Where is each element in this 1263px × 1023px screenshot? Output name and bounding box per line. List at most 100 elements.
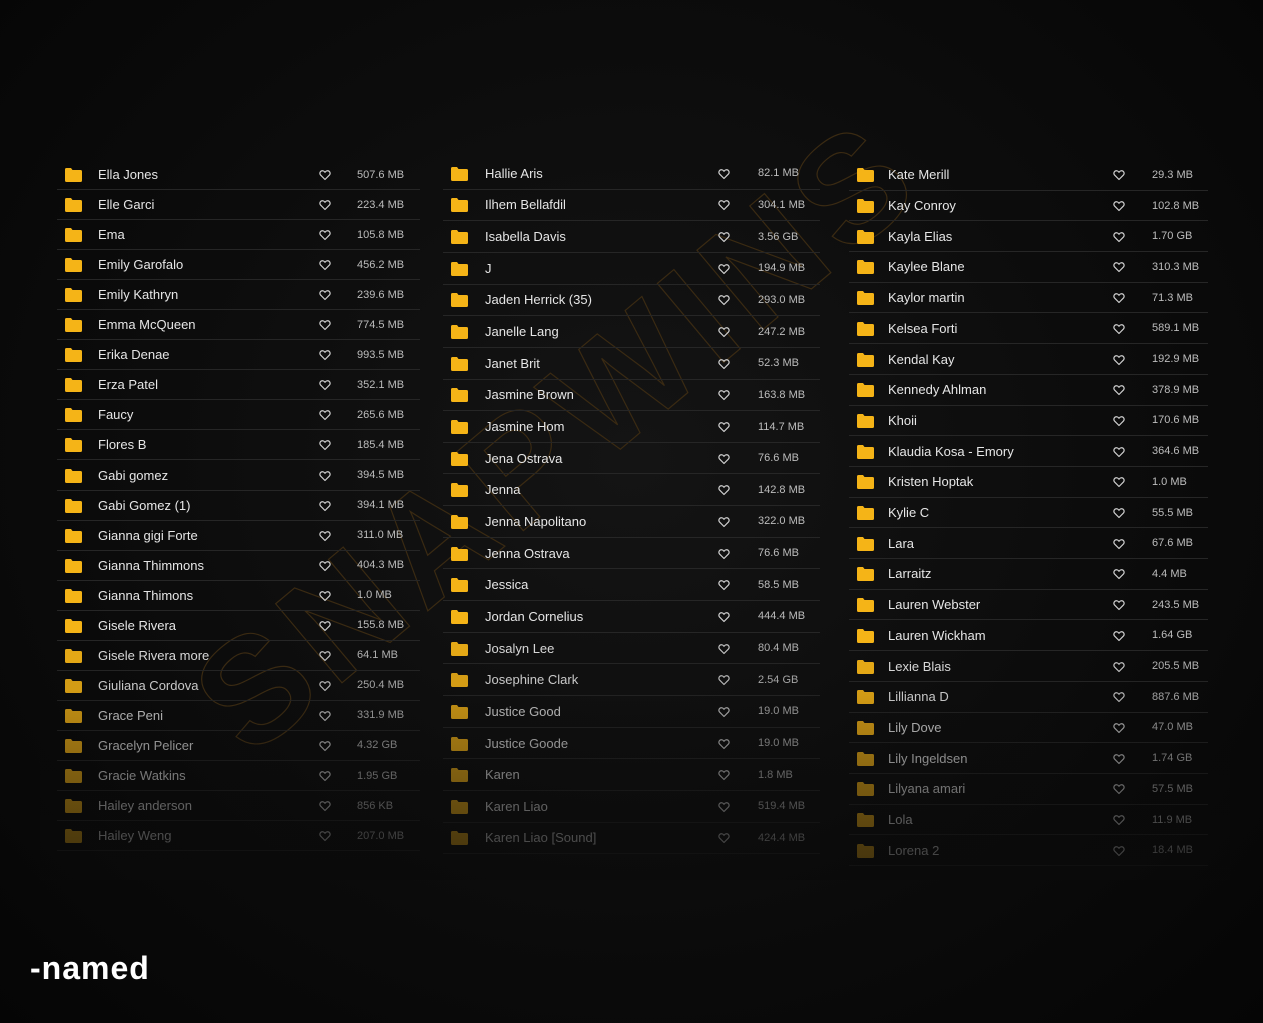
folder-row[interactable]: Lola 11.9 MB: [849, 805, 1208, 836]
folder-row[interactable]: Gisele Rivera 155.8 MB: [57, 611, 420, 641]
folder-row[interactable]: Lorena 2 18.4 MB: [849, 835, 1208, 867]
folder-row[interactable]: Kristen Hoptak 1.0 MB: [849, 467, 1208, 498]
heart-icon[interactable]: [1113, 814, 1125, 826]
folder-row[interactable]: Karen Liao [Sound] 424.4 MB: [443, 823, 820, 855]
heart-icon[interactable]: [718, 832, 730, 844]
heart-icon[interactable]: [319, 800, 331, 812]
folder-row[interactable]: Flores B 185.4 MB: [57, 430, 420, 461]
folder-row[interactable]: Ema 105.8 MB: [57, 220, 420, 251]
folder-row[interactable]: Kaylor martin 71.3 MB: [849, 283, 1208, 314]
folder-row[interactable]: Kendal Kay 192.9 MB: [849, 344, 1208, 375]
heart-icon[interactable]: [718, 294, 730, 306]
folder-row[interactable]: Hailey anderson 856 KB: [57, 791, 420, 822]
heart-icon[interactable]: [1113, 476, 1125, 488]
folder-row[interactable]: Khoii 170.6 MB: [849, 406, 1208, 437]
heart-icon[interactable]: [319, 530, 331, 542]
heart-icon[interactable]: [1113, 845, 1125, 857]
folder-row[interactable]: Hallie Aris 82.1 MB: [443, 158, 820, 190]
folder-row[interactable]: Gisele Rivera more 64.1 MB: [57, 641, 420, 671]
heart-icon[interactable]: [718, 484, 730, 496]
folder-row[interactable]: Ella Jones 507.6 MB: [57, 160, 420, 191]
heart-icon[interactable]: [1113, 446, 1125, 458]
heart-icon[interactable]: [1113, 661, 1125, 673]
heart-icon[interactable]: [1113, 415, 1125, 427]
folder-row[interactable]: Kate Merill 29.3 MB: [849, 160, 1208, 191]
heart-icon[interactable]: [319, 349, 331, 361]
folder-row[interactable]: Kylie C 55.5 MB: [849, 498, 1208, 529]
heart-icon[interactable]: [1113, 323, 1125, 335]
folder-row[interactable]: Isabella Davis 3.56 GB: [443, 221, 820, 253]
folder-row[interactable]: Jaden Herrick (35) 293.0 MB: [443, 285, 820, 317]
folder-row[interactable]: Lily Dove 47.0 MB: [849, 713, 1208, 744]
folder-row[interactable]: Jenna Ostrava 76.6 MB: [443, 538, 820, 570]
heart-icon[interactable]: [1113, 783, 1125, 795]
heart-icon[interactable]: [319, 470, 331, 482]
folder-row[interactable]: Gracelyn Pelicer 4.32 GB: [57, 731, 420, 761]
heart-icon[interactable]: [319, 590, 331, 602]
heart-icon[interactable]: [1113, 384, 1125, 396]
heart-icon[interactable]: [319, 439, 331, 451]
heart-icon[interactable]: [718, 516, 730, 528]
folder-row[interactable]: Gianna gigi Forte 311.0 MB: [57, 521, 420, 551]
folder-row[interactable]: Hailey Weng 207.0 MB: [57, 821, 420, 852]
folder-row[interactable]: Janet Brit 52.3 MB: [443, 348, 820, 380]
heart-icon[interactable]: [1113, 538, 1125, 550]
folder-row[interactable]: J 194.9 MB: [443, 253, 820, 285]
heart-icon[interactable]: [319, 199, 331, 211]
folder-row[interactable]: Elle Garci 223.4 MB: [57, 190, 420, 221]
folder-row[interactable]: Ilhem Bellafdil 304.1 MB: [443, 190, 820, 222]
folder-row[interactable]: Grace Peni 331.9 MB: [57, 701, 420, 731]
folder-row[interactable]: Kay Conroy 102.8 MB: [849, 191, 1208, 222]
heart-icon[interactable]: [1113, 722, 1125, 734]
folder-row[interactable]: Kelsea Forti 589.1 MB: [849, 314, 1208, 345]
heart-icon[interactable]: [319, 500, 331, 512]
heart-icon[interactable]: [319, 740, 331, 752]
heart-icon[interactable]: [1113, 169, 1125, 181]
folder-row[interactable]: Josephine Clark 2.54 GB: [443, 664, 820, 697]
folder-row[interactable]: Erika Denae 993.5 MB: [57, 340, 420, 371]
folder-row[interactable]: Gianna Thimons 1.0 MB: [57, 581, 420, 611]
heart-icon[interactable]: [718, 168, 730, 180]
heart-icon[interactable]: [718, 769, 730, 781]
heart-icon[interactable]: [319, 680, 331, 692]
heart-icon[interactable]: [1113, 599, 1125, 611]
folder-row[interactable]: Jasmine Hom 114.7 MB: [443, 411, 820, 443]
folder-row[interactable]: Jena Ostrava 76.6 MB: [443, 443, 820, 475]
heart-icon[interactable]: [319, 770, 331, 782]
heart-icon[interactable]: [319, 379, 331, 391]
heart-icon[interactable]: [718, 579, 730, 591]
heart-icon[interactable]: [319, 259, 331, 271]
folder-row[interactable]: Gianna Thimmons 404.3 MB: [57, 551, 420, 581]
folder-row[interactable]: Lily Ingeldsen 1.74 GB: [849, 743, 1208, 774]
heart-icon[interactable]: [718, 548, 730, 560]
folder-row[interactable]: Kennedy Ahlman 378.9 MB: [849, 375, 1208, 406]
folder-row[interactable]: Lillianna D 887.6 MB: [849, 682, 1208, 713]
folder-row[interactable]: Emily Kathryn 239.6 MB: [57, 280, 420, 311]
heart-icon[interactable]: [1113, 261, 1125, 273]
folder-row[interactable]: Faucy 265.6 MB: [57, 400, 420, 431]
heart-icon[interactable]: [1113, 507, 1125, 519]
heart-icon[interactable]: [718, 263, 730, 275]
folder-row[interactable]: Giuliana Cordova 250.4 MB: [57, 671, 420, 701]
heart-icon[interactable]: [1113, 568, 1125, 580]
folder-row[interactable]: Lexie Blais 205.5 MB: [849, 651, 1208, 682]
heart-icon[interactable]: [319, 319, 331, 331]
heart-icon[interactable]: [718, 801, 730, 813]
folder-row[interactable]: Kaylee Blane 310.3 MB: [849, 252, 1208, 283]
folder-row[interactable]: Klaudia Kosa - Emory 364.6 MB: [849, 436, 1208, 467]
folder-row[interactable]: Lara 67.6 MB: [849, 528, 1208, 560]
folder-row[interactable]: Erza Patel 352.1 MB: [57, 370, 420, 401]
folder-row[interactable]: Jessica 58.5 MB: [443, 569, 820, 602]
heart-icon[interactable]: [319, 710, 331, 722]
heart-icon[interactable]: [718, 231, 730, 243]
folder-row[interactable]: Gabi gomez 394.5 MB: [57, 461, 420, 491]
folder-row[interactable]: Gracie Watkins 1.95 GB: [57, 761, 420, 792]
heart-icon[interactable]: [718, 358, 730, 370]
heart-icon[interactable]: [319, 830, 331, 842]
heart-icon[interactable]: [319, 560, 331, 572]
heart-icon[interactable]: [718, 421, 730, 433]
folder-row[interactable]: Emma McQueen 774.5 MB: [57, 310, 420, 341]
heart-icon[interactable]: [1113, 200, 1125, 212]
folder-row[interactable]: Gabi Gomez (1) 394.1 MB: [57, 491, 420, 521]
folder-row[interactable]: Janelle Lang 247.2 MB: [443, 316, 820, 348]
